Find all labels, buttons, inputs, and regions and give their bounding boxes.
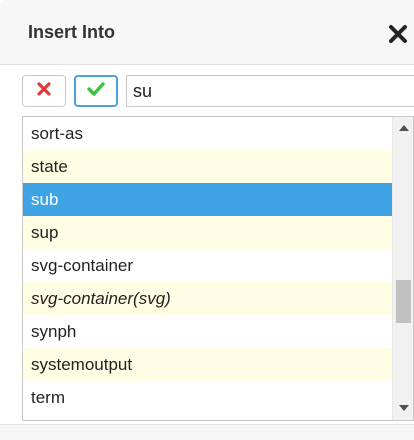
close-icon[interactable] xyxy=(388,24,408,44)
list-scrollbar[interactable] xyxy=(392,117,413,420)
scroll-up-arrow-icon[interactable] xyxy=(399,125,409,131)
list-item[interactable]: sup xyxy=(23,216,392,249)
cancel-button[interactable] xyxy=(22,75,66,107)
checkmark-icon xyxy=(87,81,105,101)
dialog-header: Insert Into xyxy=(0,0,414,65)
list-item[interactable]: synph xyxy=(23,315,392,348)
list-item[interactable]: state xyxy=(23,150,392,183)
list-item[interactable]: svg-container xyxy=(23,249,392,282)
list-item[interactable]: svg-container(svg) xyxy=(23,282,392,315)
list-item[interactable]: term xyxy=(23,381,392,414)
element-list: sort-as state sub sup svg-container svg-… xyxy=(23,117,392,414)
list-item-selected[interactable]: sub xyxy=(23,183,392,216)
list-item[interactable]: sort-as xyxy=(23,117,392,150)
search-input[interactable] xyxy=(126,75,414,107)
insert-into-dialog: Insert Into sort-as state xyxy=(0,0,414,440)
toolbar xyxy=(22,75,414,109)
scrollbar-thumb[interactable] xyxy=(396,280,411,323)
element-listbox[interactable]: sort-as state sub sup svg-container svg-… xyxy=(22,116,414,421)
scroll-down-arrow-icon[interactable] xyxy=(399,405,409,411)
dialog-footer xyxy=(0,424,414,440)
x-icon xyxy=(37,81,51,101)
dialog-title: Insert Into xyxy=(28,22,116,42)
confirm-button[interactable] xyxy=(74,75,118,107)
list-item[interactable]: systemoutput xyxy=(23,348,392,381)
